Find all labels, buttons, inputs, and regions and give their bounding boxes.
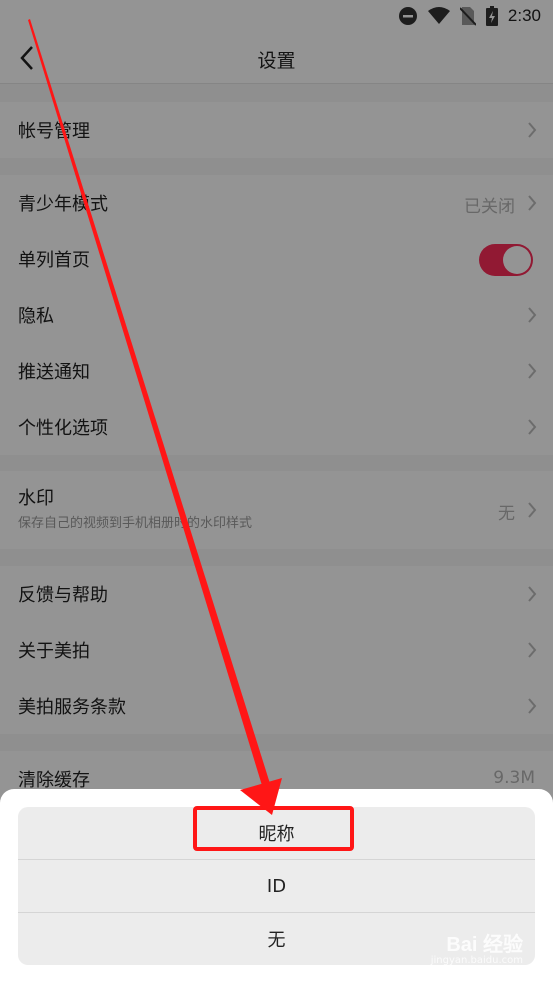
baidu-watermark: Bai 经验 [446, 934, 523, 956]
option-id[interactable]: ID [18, 860, 535, 913]
baidu-watermark-url: jingyan.baidu.com [430, 955, 523, 966]
annotation-highlight-box [193, 806, 354, 851]
